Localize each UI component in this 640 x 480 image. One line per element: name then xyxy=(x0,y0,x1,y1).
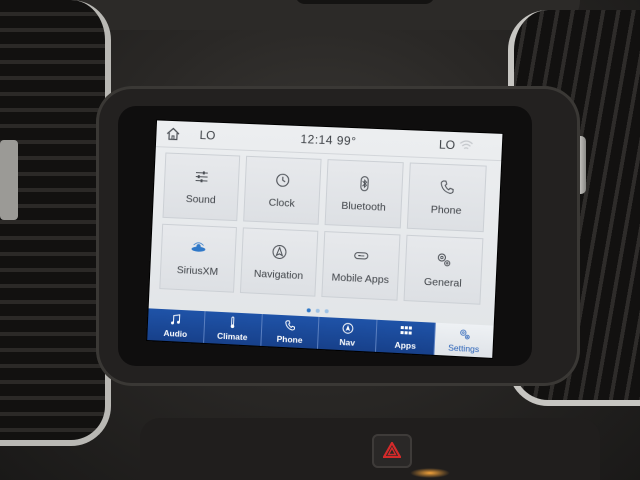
siriusxm-icon xyxy=(191,239,206,252)
wifi-icon xyxy=(459,139,474,152)
clock-icon xyxy=(277,173,290,187)
nav-audio[interactable]: Audio xyxy=(147,308,206,343)
gears-icon xyxy=(458,327,471,340)
tile-label: Bluetooth xyxy=(341,199,387,214)
bluetooth-tile[interactable]: Bluetooth xyxy=(324,159,404,229)
nav-label: Nav xyxy=(339,336,356,348)
page-dot-active[interactable] xyxy=(306,308,311,313)
nav-label: Audio xyxy=(163,327,188,339)
phone-icon xyxy=(439,178,456,195)
compass-icon xyxy=(342,322,353,333)
tile-label: Sound xyxy=(185,192,216,206)
sound-tile[interactable]: Sound xyxy=(162,152,241,222)
nav-apps[interactable]: Apps xyxy=(376,319,437,355)
dashboard-slot xyxy=(295,0,435,4)
tile-label: Mobile Apps xyxy=(331,270,390,286)
siriusxm-tile[interactable]: SiriusXM xyxy=(159,223,237,293)
home-icon[interactable] xyxy=(166,127,180,141)
left-air-vent xyxy=(0,0,111,446)
phone-tile[interactable]: Phone xyxy=(406,162,487,233)
apps-grid-icon xyxy=(400,325,412,335)
gears-icon xyxy=(435,251,452,268)
equalizer-icon xyxy=(194,168,210,185)
phone-icon xyxy=(285,320,296,331)
tile-label: General xyxy=(423,275,462,290)
settings-grid: Sound Clock Bluetooth Phone SiriusXM Nav… xyxy=(159,152,491,313)
tile-label: Navigation xyxy=(253,267,304,282)
tile-label: Clock xyxy=(268,196,296,210)
mobile-apps-icon xyxy=(353,251,368,259)
indicator-light xyxy=(410,468,450,478)
passenger-temp[interactable]: LO xyxy=(439,137,456,152)
nav-label: Climate xyxy=(216,330,248,342)
nav-phone[interactable]: Phone xyxy=(260,314,320,349)
nav-label: Phone xyxy=(276,333,303,345)
navigation-tile[interactable]: Navigation xyxy=(239,227,319,297)
dashboard-top xyxy=(60,0,580,30)
tile-label: Phone xyxy=(430,203,462,217)
hazard-triangle-icon xyxy=(383,442,401,458)
mobile-apps-tile[interactable]: Mobile Apps xyxy=(321,231,401,301)
music-note-icon xyxy=(171,313,182,325)
left-vent-chrome-fin xyxy=(0,140,18,220)
infotainment-screen: LO 12:14 99° LO Sound Clock Bluetooth Ph… xyxy=(147,120,503,358)
navigation-icon xyxy=(273,245,288,260)
lower-console-panel xyxy=(140,418,600,480)
nav-settings[interactable]: Settings xyxy=(434,322,494,358)
nav-climate[interactable]: Climate xyxy=(203,311,263,346)
page-indicator xyxy=(306,308,329,314)
tile-label: SiriusXM xyxy=(176,263,219,278)
time-and-outside-temp: 12:14 99° xyxy=(300,132,357,149)
general-tile[interactable]: General xyxy=(403,234,484,305)
nav-label: Settings xyxy=(447,342,480,354)
driver-temp[interactable]: LO xyxy=(199,128,215,143)
clock-tile[interactable]: Clock xyxy=(243,155,322,225)
page-dot[interactable] xyxy=(324,309,329,314)
bluetooth-icon xyxy=(359,175,368,191)
nav-nav[interactable]: Nav xyxy=(318,316,378,352)
nav-label: Apps xyxy=(394,339,417,351)
page-dot[interactable] xyxy=(315,308,320,313)
car-dashboard: LO 12:14 99° LO Sound Clock Bluetooth Ph… xyxy=(0,0,640,480)
thermometer-icon xyxy=(227,316,239,328)
